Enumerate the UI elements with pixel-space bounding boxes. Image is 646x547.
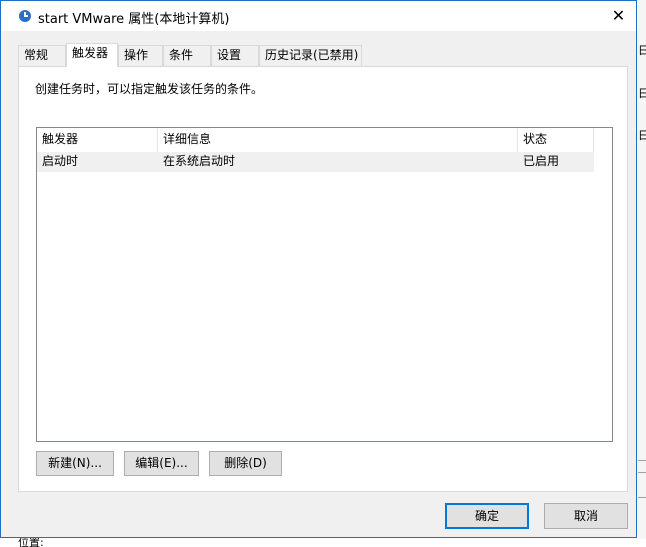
title-bar[interactable]: start VMware 属性(本地计算机) ✕: [1, 1, 636, 31]
cancel-button[interactable]: 取消: [544, 503, 628, 529]
background-glyph: 日: [638, 44, 646, 57]
new-trigger-button[interactable]: 新建(N)...: [36, 451, 114, 476]
properties-dialog: start VMware 属性(本地计算机) ✕ 常规 触发器 操作 条件 设置…: [0, 0, 637, 538]
clock-icon: [19, 10, 31, 22]
column-header-status[interactable]: 状态: [518, 128, 594, 152]
close-button[interactable]: ✕: [601, 1, 636, 31]
background-divider: [638, 472, 646, 473]
row-details: 在系统启动时: [163, 154, 236, 168]
background-window-edge: [638, 0, 646, 547]
triggers-panel: 创建任务时，可以指定触发该任务的条件。 触发器 详细信息 状态 启动时 在系统启…: [18, 66, 628, 492]
tab-history[interactable]: 历史记录(已禁用): [259, 45, 362, 66]
instruction-text: 创建任务时，可以指定触发该任务的条件。: [35, 82, 264, 96]
column-header-trigger[interactable]: 触发器: [37, 128, 158, 152]
window-title: start VMware 属性(本地计算机): [38, 12, 230, 27]
tab-triggers[interactable]: 触发器: [66, 43, 118, 67]
list-header: 触发器 详细信息 状态: [37, 128, 594, 152]
row-status: 已启用: [523, 154, 560, 168]
background-divider: [638, 460, 646, 461]
triggers-list[interactable]: 触发器 详细信息 状态 启动时 在系统启动时 已启用: [36, 127, 613, 442]
tab-actions[interactable]: 操作: [118, 45, 163, 66]
background-window-bottom: [0, 539, 646, 547]
table-row[interactable]: 启动时 在系统启动时 已启用: [37, 152, 594, 172]
tab-general[interactable]: 常规: [18, 45, 66, 66]
background-location-label: 位置:: [18, 537, 44, 547]
row-trigger: 启动时: [42, 154, 79, 168]
edit-trigger-button[interactable]: 编辑(E)...: [124, 451, 199, 476]
background-glyph: 日: [638, 87, 646, 100]
ok-button[interactable]: 确定: [445, 503, 529, 529]
tab-settings[interactable]: 设置: [211, 45, 259, 66]
delete-trigger-button[interactable]: 删除(D): [209, 451, 282, 476]
tab-conditions[interactable]: 条件: [163, 45, 211, 66]
background-glyph: 日: [638, 129, 646, 142]
column-header-details[interactable]: 详细信息: [158, 128, 518, 152]
background-divider: [638, 497, 646, 498]
